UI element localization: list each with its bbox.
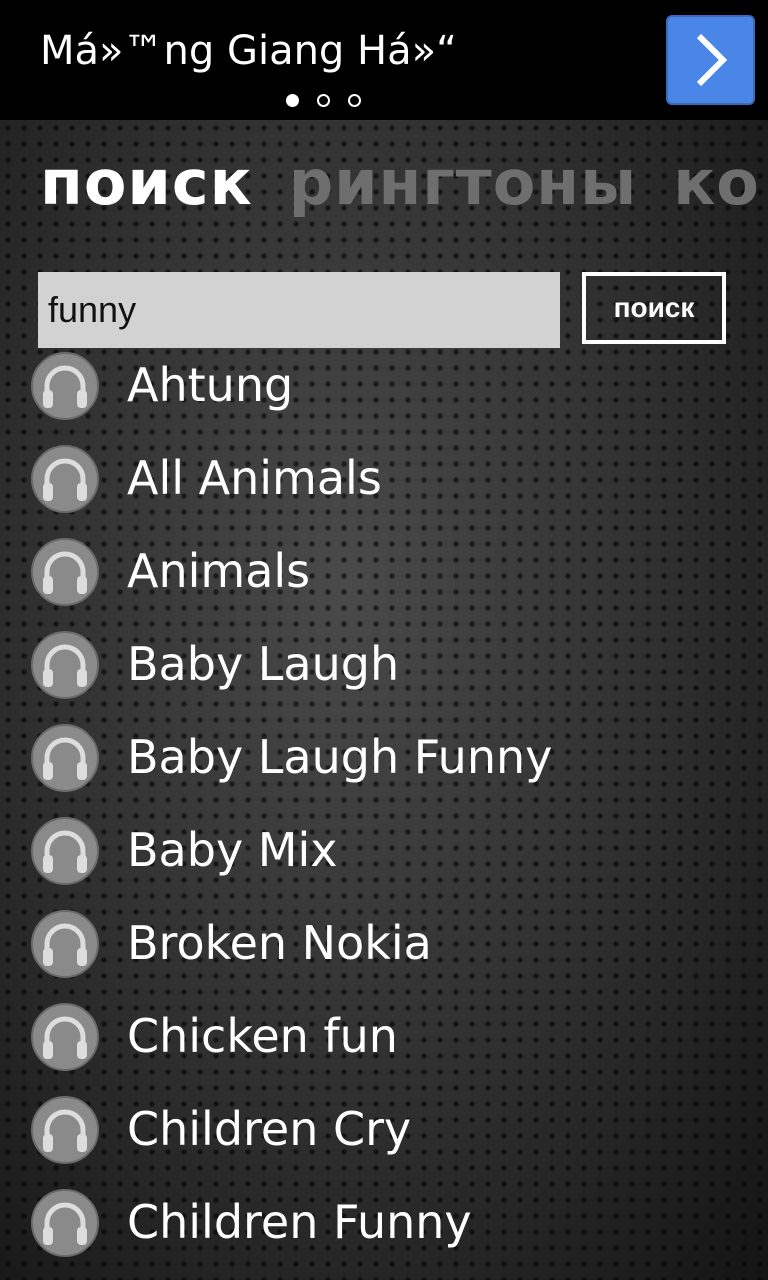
ringtone-name: Baby Laugh [127, 637, 400, 691]
pager-dot [286, 94, 299, 107]
list-item[interactable]: All Animals [0, 445, 768, 538]
ad-next-button[interactable] [666, 15, 755, 105]
main-panel: поискрингтоныко поиск AhtungAll AnimalsA… [0, 120, 768, 1280]
tab-search[interactable]: поиск [40, 146, 253, 219]
search-button[interactable]: поиск [582, 272, 726, 344]
headphones-icon[interactable] [31, 1003, 99, 1071]
list-item[interactable]: Children Funny [0, 1189, 768, 1280]
list-item[interactable]: Baby Laugh Funny [0, 724, 768, 817]
list-item[interactable]: Children Cry [0, 1096, 768, 1189]
ad-title[interactable]: Má»™ng Giang Há»“ [40, 28, 457, 74]
ringtone-name: Chicken fun [127, 1009, 398, 1063]
headphones-icon[interactable] [31, 445, 99, 513]
search-input[interactable] [38, 272, 560, 348]
headphones-icon[interactable] [31, 1189, 99, 1257]
headphones-icon[interactable] [31, 817, 99, 885]
ringtone-name: Baby Mix [127, 823, 338, 877]
list-item[interactable]: Animals [0, 538, 768, 631]
ad-pager [286, 94, 361, 107]
results-list: Ahtung All Animals Animals Baby Laugh Baby L… [0, 352, 768, 1280]
ringtone-name: Animals [127, 544, 311, 598]
ad-banner[interactable]: Má»™ng Giang Há»“ [0, 0, 768, 120]
list-item[interactable]: Ahtung [0, 352, 768, 445]
headphones-icon[interactable] [31, 724, 99, 792]
headphones-icon[interactable] [31, 910, 99, 978]
list-item[interactable]: Baby Mix [0, 817, 768, 910]
ringtone-name: All Animals [127, 451, 382, 505]
pivot-tabs: поиск рингтоны ко [40, 146, 768, 219]
list-item[interactable]: Chicken fun [0, 1003, 768, 1096]
tab-third[interactable]: ко [673, 146, 760, 219]
chevron-right-icon [696, 33, 727, 87]
pager-dot [348, 94, 361, 107]
list-item[interactable]: Broken Nokia [0, 910, 768, 1003]
ringtone-name: Baby Laugh Funny [127, 730, 553, 784]
ringtone-name: Broken Nokia [127, 916, 432, 970]
pager-dot [317, 94, 330, 107]
ringtone-name: Ahtung [127, 358, 294, 412]
headphones-icon[interactable] [31, 352, 99, 420]
headphones-icon[interactable] [31, 1096, 99, 1164]
headphones-icon[interactable] [31, 631, 99, 699]
ringtone-name: Children Funny [127, 1195, 472, 1249]
tab-ringtones[interactable]: рингтоны [289, 146, 638, 219]
ringtone-name: Children Cry [127, 1102, 412, 1156]
headphones-icon[interactable] [31, 538, 99, 606]
list-item[interactable]: Baby Laugh [0, 631, 768, 724]
